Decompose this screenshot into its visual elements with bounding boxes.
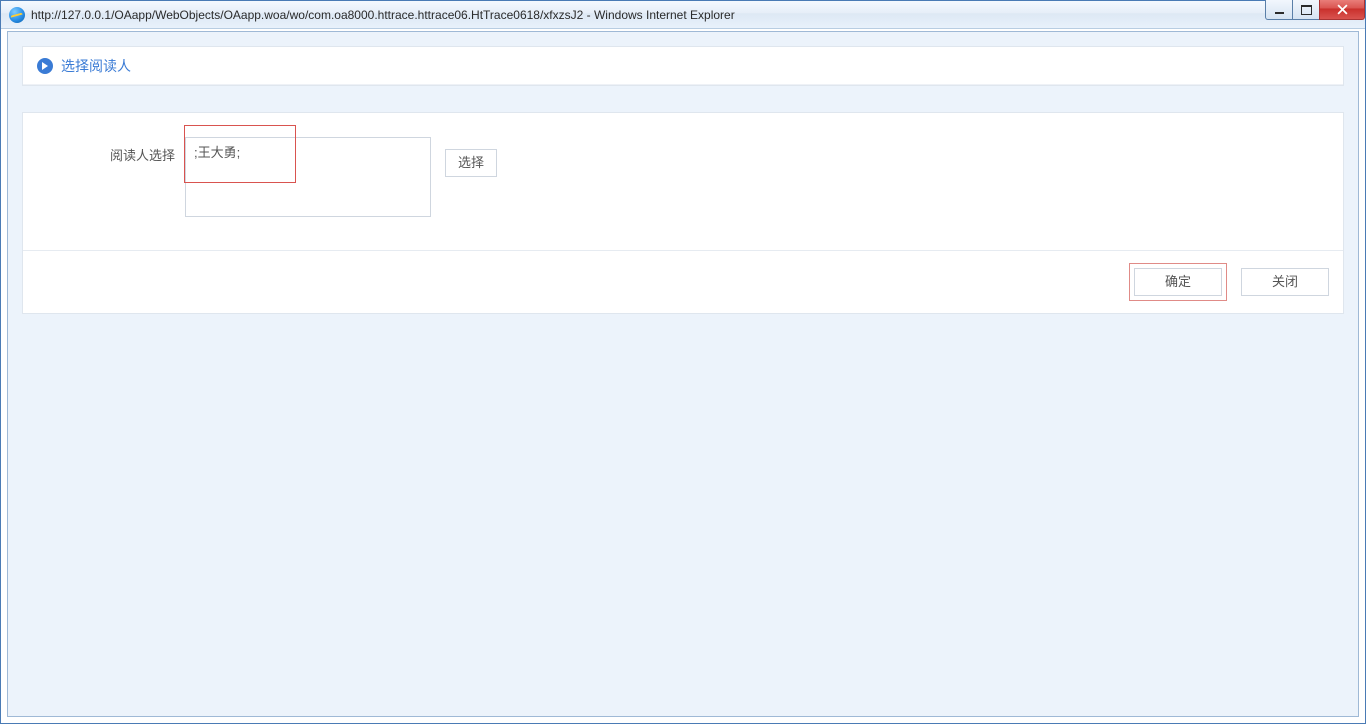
panel-footer: 确定 关闭 [23, 250, 1343, 313]
panel-header-box: 选择阅读人 [22, 46, 1344, 86]
confirm-button[interactable]: 确定 [1134, 268, 1222, 296]
reader-textarea-wrap [185, 137, 431, 222]
play-icon [37, 58, 53, 74]
maximize-button[interactable] [1292, 0, 1320, 20]
ie-icon [9, 7, 25, 23]
window-title: http://127.0.0.1/OAapp/WebObjects/OAapp.… [31, 8, 1365, 22]
client-area: 选择阅读人 阅读人选择 选择 确定 关闭 [7, 31, 1359, 717]
title-bar: http://127.0.0.1/OAapp/WebObjects/OAapp.… [1, 1, 1365, 29]
minimize-button[interactable] [1265, 0, 1293, 20]
window-controls [1266, 0, 1365, 20]
panel-header: 选择阅读人 [23, 47, 1343, 85]
panel-body: 阅读人选择 选择 确定 关闭 [22, 112, 1344, 314]
close-icon [1337, 4, 1348, 15]
browser-window: http://127.0.0.1/OAapp/WebObjects/OAapp.… [0, 0, 1366, 724]
reader-label: 阅读人选择 [47, 137, 185, 164]
panel-title: 选择阅读人 [61, 56, 131, 76]
highlight-box-confirm: 确定 [1129, 263, 1227, 301]
close-button[interactable]: 关闭 [1241, 268, 1329, 296]
reader-textarea[interactable] [185, 137, 431, 217]
window-close-button[interactable] [1319, 0, 1365, 20]
select-button[interactable]: 选择 [445, 149, 497, 177]
form-row-reader: 阅读人选择 选择 [23, 113, 1343, 250]
